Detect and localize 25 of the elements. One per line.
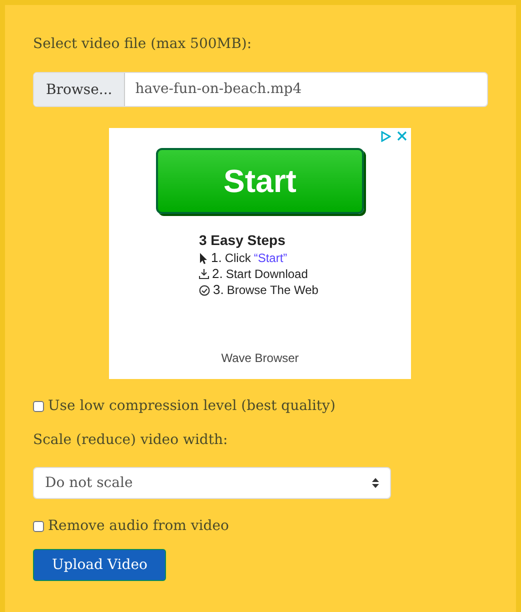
checkbox-label: Use low compression level (best quality) (48, 398, 336, 414)
file-input[interactable]: Browse... have-fun-on-beach.mp4 (33, 72, 488, 107)
checkbox-label: Remove audio from video (48, 518, 229, 534)
step-number: 3. (213, 282, 224, 298)
step-number: 2. (212, 266, 223, 282)
ad-heading: 3 Easy Steps (199, 232, 286, 248)
browse-button[interactable]: Browse... (34, 73, 126, 106)
cursor-icon (199, 252, 208, 264)
step-text: Browse The Web (226, 282, 318, 298)
checkbox[interactable] (33, 400, 44, 412)
step-text: Click (224, 250, 251, 266)
file-name: have-fun-on-beach.mp4 (134, 80, 303, 99)
field-label: Scale (reduce) video width: (33, 432, 229, 448)
close-icon[interactable] (397, 131, 407, 141)
ad-footer: Wave Browser (221, 351, 299, 365)
step-number: 1. (211, 250, 222, 266)
ad-choices-icon[interactable] (380, 131, 391, 142)
sort-caret-icon (372, 478, 379, 488)
step-text: Start Download (226, 266, 308, 282)
file-label: Select video file (max 500MB): (33, 36, 253, 54)
upload-button[interactable]: Upload Video (33, 549, 166, 581)
check-circle-icon (199, 284, 210, 296)
download-icon (199, 269, 209, 279)
scale-select[interactable]: Do not scale (33, 467, 391, 499)
checkbox[interactable] (33, 520, 44, 532)
